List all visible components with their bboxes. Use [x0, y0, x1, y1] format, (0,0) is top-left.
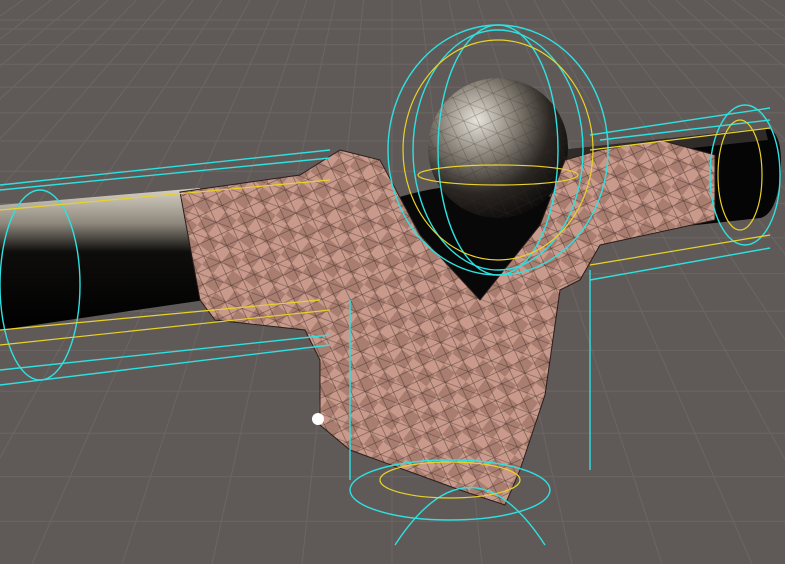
- left-arm-capsule[interactable]: [0, 188, 205, 330]
- mouse-cursor: [312, 413, 324, 425]
- scene-canvas[interactable]: [0, 0, 785, 564]
- head-sphere[interactable]: [428, 78, 568, 218]
- scene-viewport[interactable]: [0, 0, 785, 564]
